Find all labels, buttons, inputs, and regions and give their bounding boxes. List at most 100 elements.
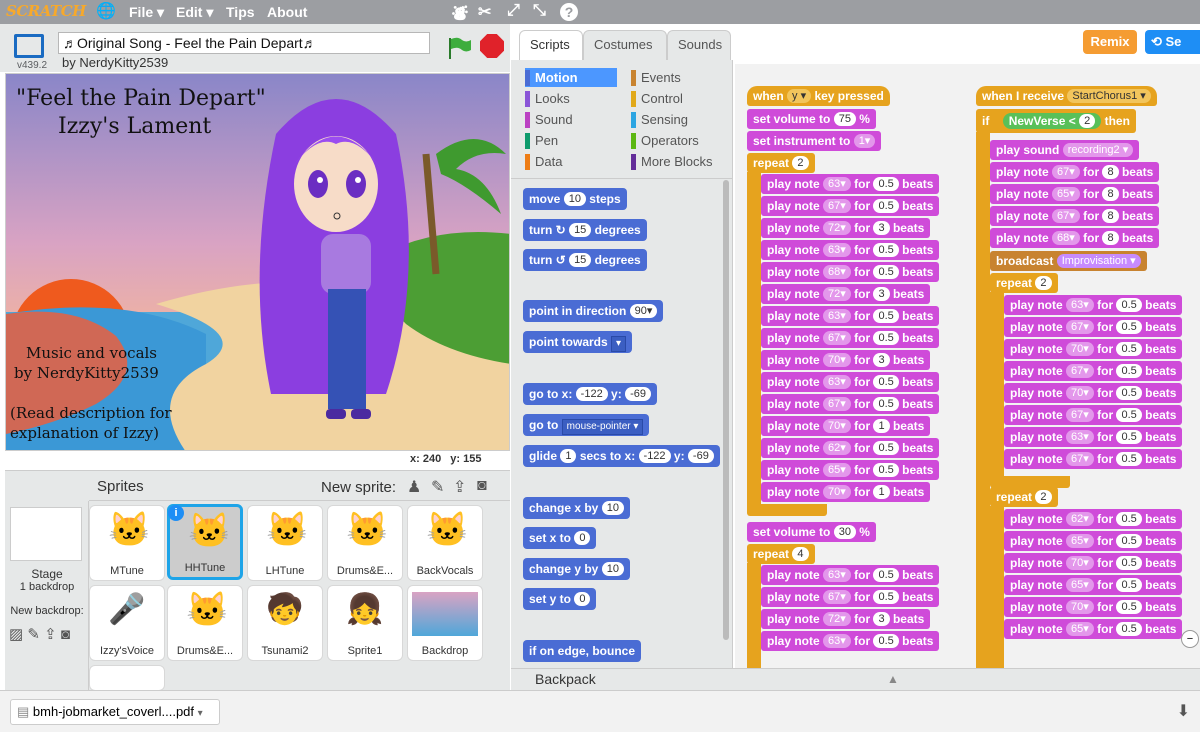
block-change-y[interactable]: change y by 10 <box>523 558 630 580</box>
block-go-to[interactable]: go to mouse-pointer ▾ <box>523 414 650 436</box>
block-bounce[interactable]: if on edge, bounce <box>523 640 642 662</box>
category-operators[interactable]: Operators <box>631 131 699 150</box>
block-play-note[interactable]: play note 67▾ for 0.5 beats <box>761 587 940 607</box>
share-button[interactable]: ⟲ Se <box>1145 30 1200 54</box>
shrink-tool-icon[interactable]: ⤡ <box>533 2 546 20</box>
download-item[interactable]: ▤ bmh-jobmarket_coverl....pdf ▾ <box>10 699 220 725</box>
stop-icon[interactable] <box>480 34 504 58</box>
category-motion[interactable]: Motion <box>525 68 617 87</box>
sprite-tile[interactable]: 🐱 Drums&E... <box>167 585 243 661</box>
tab-scripts[interactable]: Scripts <box>519 30 583 60</box>
project-title-input[interactable]: ♬Original Song - Feel the Pain Depart♬ <box>58 32 430 54</box>
block-play-note[interactable]: play note 68▾ for 8 beats <box>990 228 1160 248</box>
sprite-tile[interactable]: 🐱 Drums&E... <box>327 505 403 581</box>
block-repeat[interactable]: repeat 2 <box>990 273 1058 293</box>
block-play-note[interactable]: play note 63▾ for 0.5 beats <box>1004 295 1183 315</box>
globe-icon[interactable]: 🌐 <box>96 1 116 21</box>
category-data[interactable]: Data <box>525 152 562 171</box>
block-play-note[interactable]: play note 65▾ for 0.5 beats <box>1004 531 1183 551</box>
cut-tool-icon[interactable]: ✂ <box>478 2 491 22</box>
remix-button[interactable]: Remix <box>1083 30 1137 54</box>
duplicate-tool-icon[interactable]: ⛇ <box>452 2 468 25</box>
block-play-note[interactable]: play note 72▾ for 3 beats <box>761 218 931 238</box>
stage-thumbnail[interactable] <box>10 507 82 561</box>
file-menu[interactable]: File ▾ <box>129 4 164 21</box>
block-play-note[interactable]: play note 72▾ for 3 beats <box>761 284 931 304</box>
block-play-note[interactable]: play note 67▾ for 8 beats <box>990 206 1160 226</box>
block-set-instrument[interactable]: set instrument to 1▾ <box>747 131 882 151</box>
about-menu[interactable]: About <box>267 4 307 20</box>
tab-sounds[interactable]: Sounds <box>667 30 731 60</box>
block-play-note[interactable]: play note 62▾ for 0.5 beats <box>761 438 940 458</box>
block-play-note[interactable]: play note 62▾ for 0.5 beats <box>1004 509 1183 529</box>
block-play-note[interactable]: play note 63▾ for 0.5 beats <box>761 174 940 194</box>
block-play-note[interactable]: play note 67▾ for 0.5 beats <box>1004 449 1183 469</box>
category-sensing[interactable]: Sensing <box>631 110 688 129</box>
block-play-note[interactable]: play note 63▾ for 0.5 beats <box>761 306 940 326</box>
backdrop-upload-icon[interactable]: ⇪ <box>44 626 57 643</box>
block-set-volume[interactable]: set volume to 75 % <box>747 109 876 129</box>
block-play-note[interactable]: play note 63▾ for 0.5 beats <box>761 372 940 392</box>
block-broadcast[interactable]: broadcast Improvisation ▾ <box>990 251 1147 271</box>
scratch-logo[interactable]: SCRATCH <box>6 2 86 20</box>
block-if[interactable]: if NewVerse < 2 then <box>976 109 1136 133</box>
block-set-y[interactable]: set y to 0 <box>523 588 597 610</box>
download-arrow-icon[interactable]: ⬇ <box>1177 701 1190 721</box>
block-play-note[interactable]: play note 63▾ for 0.5 beats <box>761 240 940 260</box>
block-play-note[interactable]: play note 65▾ for 0.5 beats <box>1004 619 1183 639</box>
block-play-note[interactable]: play note 70▾ for 1 beats <box>761 482 931 502</box>
sprite-tile[interactable]: 🐱 LHTune <box>247 505 323 581</box>
edit-menu[interactable]: Edit ▾ <box>176 4 213 21</box>
presentation-mode-icon[interactable] <box>14 34 44 58</box>
stage-canvas[interactable]: "Feel the Pain Depart" Izzy's Lament Mus… <box>5 73 510 451</box>
sprite-library-icon[interactable]: ♟ <box>407 477 421 497</box>
sprite-tile[interactable]: Backdrop <box>407 585 483 661</box>
block-play-note[interactable]: play note 63▾ for 0.5 beats <box>1004 427 1183 447</box>
block-play-note[interactable]: play note 70▾ for 0.5 beats <box>1004 597 1183 617</box>
zoom-out-icon[interactable]: − <box>1181 630 1199 648</box>
tab-costumes[interactable]: Costumes <box>583 30 667 60</box>
scripts-area[interactable]: when y ▾ key pressed set volume to 75 % … <box>735 64 1200 670</box>
block-repeat[interactable]: repeat 2 <box>747 153 815 173</box>
sprite-tile[interactable]: 🐱 BackVocals <box>407 505 483 581</box>
block-play-note[interactable]: play note 65▾ for 8 beats <box>990 184 1160 204</box>
block-play-note[interactable]: play note 65▾ for 0.5 beats <box>1004 575 1183 595</box>
sprite-tile[interactable]: 👧 Sprite1 <box>327 585 403 661</box>
paint-brush-icon[interactable]: ✎ <box>431 477 444 497</box>
sprite-tile[interactable]: 🎤 Izzy'sVoice <box>89 585 165 661</box>
grow-tool-icon[interactable]: ⤢ <box>507 2 520 20</box>
block-play-note[interactable]: play note 70▾ for 1 beats <box>761 416 931 436</box>
block-go-to-xy[interactable]: go to x: -122 y: -69 <box>523 383 657 405</box>
expand-arrow-icon[interactable]: ▲ <box>887 672 899 686</box>
block-play-note[interactable]: play note 65▾ for 0.5 beats <box>761 460 940 480</box>
block-set-x[interactable]: set x to 0 <box>523 527 597 549</box>
block-play-note[interactable]: play note 67▾ for 0.5 beats <box>761 328 940 348</box>
category-pen[interactable]: Pen <box>525 131 558 150</box>
sprite-tile-selected[interactable]: 🐱 i HHTune <box>167 504 243 580</box>
sprite-tile[interactable]: 🧒 Tsunami2 <box>247 585 323 661</box>
category-sound[interactable]: Sound <box>525 110 573 129</box>
block-repeat[interactable]: repeat 4 <box>747 544 815 564</box>
block-glide[interactable]: glide 1 secs to x: -122 y: -69 <box>523 445 720 467</box>
green-flag-icon[interactable] <box>446 36 472 60</box>
help-icon[interactable]: ? <box>560 3 578 21</box>
category-more-blocks[interactable]: More Blocks <box>631 152 713 171</box>
chevron-down-icon[interactable]: ▾ <box>198 708 203 719</box>
backdrop-library-icon[interactable]: ▨ <box>9 626 23 643</box>
hat-when-i-receive[interactable]: when I receive StartChorus1 ▾ <box>976 86 1157 106</box>
block-play-note[interactable]: play note 70▾ for 0.5 beats <box>1004 553 1183 573</box>
block-play-note[interactable]: play note 63▾ for 0.5 beats <box>761 565 940 585</box>
hat-when-key-pressed[interactable]: when y ▾ key pressed <box>747 86 890 106</box>
sprite-tile-partial[interactable] <box>89 665 165 691</box>
block-change-x[interactable]: change x by 10 <box>523 497 630 519</box>
block-play-sound[interactable]: play sound recording2 ▾ <box>990 140 1140 160</box>
category-events[interactable]: Events <box>631 68 681 87</box>
block-play-note[interactable]: play note 70▾ for 0.5 beats <box>1004 339 1183 359</box>
backpack-bar[interactable]: Backpack ▲ <box>511 668 1200 690</box>
block-point-direction[interactable]: point in direction 90▾ <box>523 300 664 322</box>
block-play-note[interactable]: play note 67▾ for 0.5 beats <box>1004 317 1183 337</box>
block-turn-left[interactable]: turn ↺ 15 degrees <box>523 249 647 271</box>
palette-scrollbar[interactable] <box>723 180 729 640</box>
block-play-note[interactable]: play note 72▾ for 3 beats <box>761 609 931 629</box>
block-set-volume[interactable]: set volume to 30 % <box>747 522 876 542</box>
